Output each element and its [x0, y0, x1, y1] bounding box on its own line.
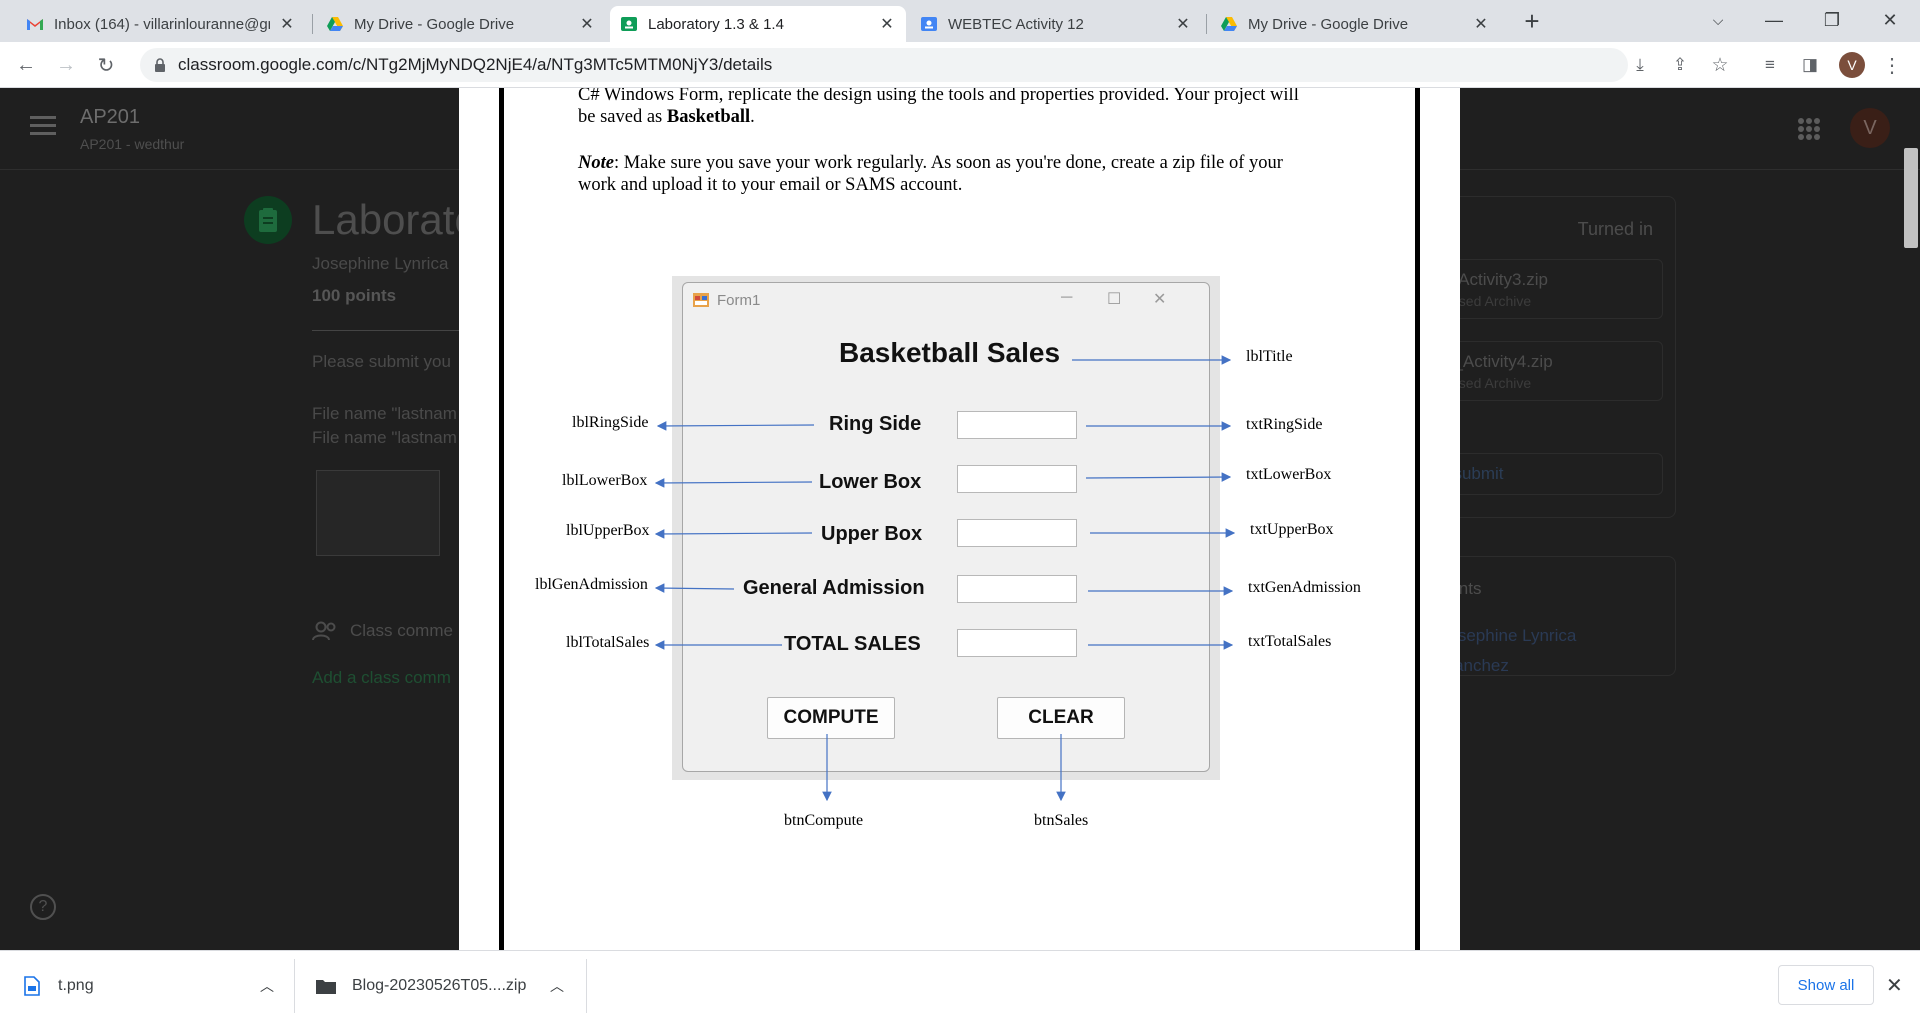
arrow-txt-lower-box: [1085, 472, 1232, 482]
arrow-gen-admission: [654, 583, 735, 593]
download-shelf: t.png ︿ Blog-20230526T05....zip ︿ Show a…: [0, 950, 1920, 1020]
chevron-up-icon[interactable]: ︿: [550, 976, 564, 996]
arrow-ring-side: [656, 421, 815, 431]
download-file-name: t.png: [58, 977, 94, 994]
close-icon[interactable]: ✕: [1886, 973, 1903, 998]
annotation-arrows: [654, 355, 1236, 802]
image-file-icon: [24, 976, 40, 996]
divider: [294, 959, 295, 1013]
divider: [586, 959, 587, 1013]
folder-icon: [316, 980, 336, 994]
download-file-name: Blog-20230526T05....zip: [352, 977, 527, 994]
arrow-upper-box: [654, 529, 813, 539]
show-all-button[interactable]: Show all: [1778, 965, 1874, 1005]
arrow-lower-box: [654, 478, 813, 488]
download-item[interactable]: t.png ︿: [24, 951, 274, 1020]
chevron-up-icon[interactable]: ︿: [260, 976, 274, 996]
download-item[interactable]: Blog-20230526T05....zip ︿: [316, 951, 566, 1020]
